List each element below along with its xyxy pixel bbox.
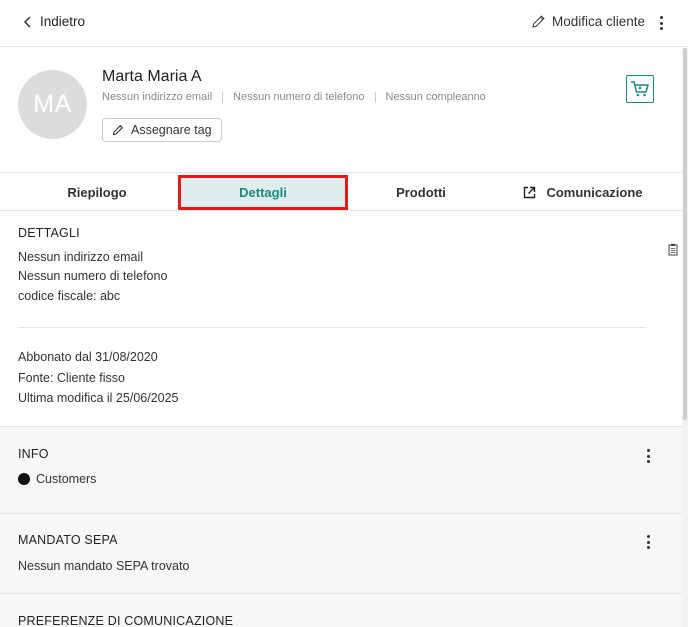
pencil-icon [532, 15, 545, 28]
top-bar: Indietro Modifica cliente [0, 0, 688, 47]
chevron-left-icon [23, 15, 31, 28]
back-button[interactable]: Indietro [22, 14, 85, 29]
customer-profile: MA Marta Maria A Nessun indirizzo email … [0, 48, 688, 173]
assign-tag-button[interactable]: Assegnare tag [102, 118, 222, 142]
avatar: MA [18, 70, 87, 139]
preferences-title: PREFERENZE DI COMUNICAZIONE [18, 614, 234, 627]
back-label: Indietro [40, 14, 86, 29]
edit-client-button[interactable]: Modifica cliente [531, 14, 645, 29]
tab-prodotti[interactable]: Prodotti [348, 174, 494, 210]
tab-comunicazione[interactable]: Comunicazione [500, 174, 666, 210]
sepa-empty-text: Nessun mandato SEPA trovato [18, 559, 190, 573]
tab-dettagli[interactable]: Dettagli [178, 175, 348, 210]
pencil-icon [112, 124, 124, 136]
separator [222, 91, 224, 103]
info-group: Customers [18, 472, 96, 486]
more-options-icon[interactable] [656, 15, 666, 31]
customer-source: Fonte: Cliente fisso [18, 371, 125, 385]
group-dot-icon [18, 473, 30, 485]
details-title: DETTAGLI [18, 226, 80, 240]
info-group-label: Customers [36, 472, 97, 486]
sepa-more-icon[interactable] [643, 534, 653, 550]
cart-icon [631, 81, 649, 97]
shopping-cart-button[interactable] [626, 75, 654, 103]
clipboard-icon[interactable] [668, 243, 678, 256]
details-email: Nessun indirizzo email [18, 250, 144, 264]
divider [18, 327, 646, 328]
tab-bar: Riepilogo Dettagli Prodotti Comunicazion… [0, 174, 688, 211]
details-phone: Nessun numero di telefono [18, 269, 168, 283]
external-link-icon [524, 186, 536, 198]
subscribed-since: Abbonato dal 31/08/2020 [18, 350, 158, 364]
tab-riepilogo[interactable]: Riepilogo [18, 174, 176, 210]
assign-tag-label: Assegnare tag [131, 123, 212, 137]
sepa-title: MANDATO SEPA [18, 533, 118, 547]
sepa-section [0, 514, 682, 593]
info-title: INFO [18, 447, 49, 461]
info-more-icon[interactable] [643, 448, 653, 464]
info-section [0, 427, 682, 513]
details-tax-code: codice fiscale: abc [18, 289, 121, 303]
birthday-summary: Nessun compleanno [385, 91, 486, 103]
separator [374, 91, 376, 103]
tab-comunicazione-label: Comunicazione [546, 184, 643, 200]
phone-summary: Nessun numero di telefono [233, 91, 365, 103]
email-summary: Nessun indirizzo email [102, 91, 213, 103]
last-modified: Ultima modifica il 25/06/2025 [18, 391, 179, 405]
customer-contact-summary: Nessun indirizzo email Nessun numero di … [102, 91, 486, 103]
customer-name: Marta Maria A [102, 68, 202, 85]
scrollbar-thumb[interactable] [683, 48, 687, 420]
edit-client-label: Modifica cliente [551, 14, 645, 29]
